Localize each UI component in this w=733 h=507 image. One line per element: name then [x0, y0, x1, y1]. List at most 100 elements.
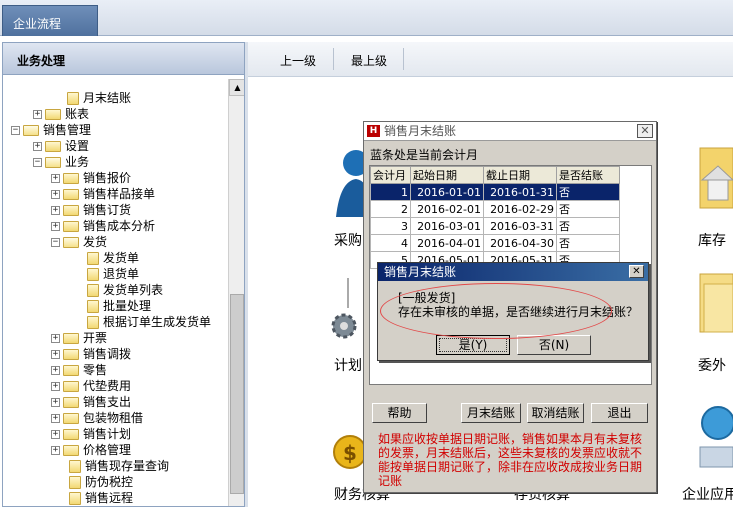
column-header[interactable]: 会计月 [370, 166, 411, 184]
tree-scrollbar[interactable]: ▲ [228, 79, 244, 506]
expand-icon[interactable]: + [51, 174, 60, 183]
desktop-label-purchase[interactable]: 采购 [334, 230, 362, 250]
close-icon[interactable]: ✕ [629, 265, 644, 278]
tree-node[interactable]: 根据订单生成发货单 [87, 314, 211, 330]
column-header[interactable]: 截止日期 [483, 166, 557, 184]
table-cell: 2016-02-29 [483, 200, 557, 218]
tree-node[interactable]: + 价格管理 [51, 442, 131, 458]
tree-node-label: 账表 [65, 107, 90, 121]
collapse-icon[interactable]: − [51, 238, 60, 247]
tree-node[interactable]: 发货单 [87, 250, 139, 266]
tree-node-label: 设置 [65, 139, 90, 153]
tree-node[interactable]: + 销售计划 [51, 426, 131, 442]
dialog-title: 销售月末结账 [384, 124, 457, 138]
tab-enterprise-process[interactable]: 企业流程 [2, 5, 98, 36]
help-button[interactable]: 帮助 [372, 403, 427, 423]
tree-node[interactable]: 防伪税控 [69, 474, 133, 490]
folder-icon [63, 365, 79, 376]
tree-node-label: 销售成本分析 [83, 219, 156, 233]
expand-icon[interactable]: + [51, 350, 60, 359]
collapse-icon[interactable]: − [11, 126, 20, 135]
no-button[interactable]: 否(N) [517, 335, 591, 355]
desktop-label-outsourcing[interactable]: 委外 [698, 355, 726, 375]
tree-node-label: 销售远程 [85, 491, 134, 505]
close-month-button[interactable]: 月末结账 [461, 403, 521, 423]
collapse-icon[interactable]: − [33, 158, 42, 167]
tree-node[interactable]: + 销售样品接单 [51, 186, 155, 202]
close-icon[interactable]: ✕ [637, 124, 653, 138]
tree-node[interactable]: + 设置 [33, 138, 89, 154]
tree-node[interactable]: + 销售报价 [51, 170, 131, 186]
current-month-hint: 蓝条处是当前会计月 [370, 148, 479, 162]
expand-icon[interactable]: + [51, 334, 60, 343]
expand-icon[interactable]: + [51, 446, 60, 455]
expand-icon[interactable]: + [33, 142, 42, 151]
tree-node[interactable]: + 销售支出 [51, 394, 131, 410]
tree-node[interactable]: 退货单 [87, 266, 139, 282]
tree-node[interactable]: − 发货 [51, 234, 107, 250]
expand-icon[interactable]: + [51, 430, 60, 439]
document-icon [87, 268, 99, 281]
expand-icon[interactable]: + [51, 382, 60, 391]
tree-node[interactable]: + 零售 [51, 362, 107, 378]
tree-node-label: 销售样品接单 [83, 187, 156, 201]
tree-node-label: 销售支出 [83, 395, 132, 409]
tree-node[interactable]: + 销售成本分析 [51, 218, 155, 234]
tree-node[interactable]: + 账表 [33, 106, 89, 122]
tree-node[interactable]: + 开票 [51, 330, 107, 346]
tree-node-label: 业务 [65, 155, 90, 169]
tree-node-label: 防伪税控 [85, 475, 134, 489]
tree-node[interactable]: 批量处理 [87, 298, 151, 314]
table-row[interactable]: 2 2016-02-01 2016-02-29 否 [370, 200, 620, 218]
expand-icon[interactable]: + [51, 190, 60, 199]
folder-icon [63, 349, 79, 360]
tree-node[interactable]: 销售远程 [69, 490, 133, 506]
top-level-button[interactable]: 最上级 [351, 52, 387, 69]
business-tree: 月末结账 + 账表 − 销售管理 + 设置 − 业务 + 销售报价 + 销售样品接单 + 销售订货 + 销售成本… [3, 75, 227, 506]
tree-node-label: 销售报价 [83, 171, 132, 185]
tree-node[interactable]: 发货单列表 [87, 282, 163, 298]
desktop-label-inventory[interactable]: 库存 [698, 230, 726, 250]
tree-node[interactable]: + 销售调拨 [51, 346, 131, 362]
up-one-level-button[interactable]: 上一级 [280, 52, 316, 69]
scroll-up-arrow-icon[interactable]: ▲ [229, 79, 244, 96]
table-cell: 1 [370, 183, 411, 201]
confirm-title: 销售月末结账 [384, 265, 457, 279]
tree-node[interactable]: + 代垫费用 [51, 378, 131, 394]
table-row[interactable]: 3 2016-03-01 2016-03-31 否 [370, 217, 620, 235]
expand-icon[interactable]: + [51, 366, 60, 375]
exit-button[interactable]: 退出 [591, 403, 648, 423]
scroll-thumb[interactable] [230, 294, 244, 494]
app-logo-icon: H [367, 125, 380, 137]
table-row[interactable]: 4 2016-04-01 2016-04-30 否 [370, 234, 620, 252]
expand-icon[interactable]: + [51, 398, 60, 407]
cancel-close-button[interactable]: 取消结账 [527, 403, 584, 423]
expand-icon[interactable]: + [51, 414, 60, 423]
tree-node[interactable]: 月末结账 [67, 90, 131, 106]
folder-icon [63, 381, 79, 392]
table-row[interactable]: 1 2016-01-01 2016-01-31 否 [370, 183, 620, 201]
expand-icon[interactable]: + [51, 222, 60, 231]
tree-node[interactable]: − 业务 [33, 154, 89, 170]
tree-node-label: 销售订货 [83, 203, 132, 217]
tree-node[interactable]: + 包装物租借 [51, 410, 143, 426]
desktop-label-enterprise-app[interactable]: 企业应用 [682, 484, 733, 504]
tree-node[interactable]: − 销售管理 [11, 122, 91, 138]
expand-icon[interactable]: + [33, 110, 42, 119]
tree-node-label: 销售调拨 [83, 347, 132, 361]
inventory-house-icon[interactable] [696, 140, 733, 220]
enterprise-app-globe-icon[interactable] [698, 395, 733, 475]
tree-node[interactable]: 销售现存量查询 [69, 458, 169, 474]
document-icon [87, 284, 99, 297]
desktop-label-plan[interactable]: 计划 [334, 355, 362, 375]
column-header[interactable]: 起始日期 [410, 166, 484, 184]
outsourcing-folder-icon[interactable] [696, 268, 733, 348]
folder-icon [63, 429, 79, 440]
tree-node-label: 包装物租借 [83, 411, 144, 425]
column-header[interactable]: 是否结账 [556, 166, 620, 184]
table-cell: 2016-04-30 [483, 234, 557, 252]
panel-splitter[interactable] [245, 42, 248, 507]
business-tree-panel: 业务处理 月末结账 + 账表 − 销售管理 + 设置 − 业务 + 销售报价 + 销售样品接单 + 销售订货… [2, 42, 245, 507]
expand-icon[interactable]: + [51, 206, 60, 215]
tree-node[interactable]: + 销售订货 [51, 202, 131, 218]
